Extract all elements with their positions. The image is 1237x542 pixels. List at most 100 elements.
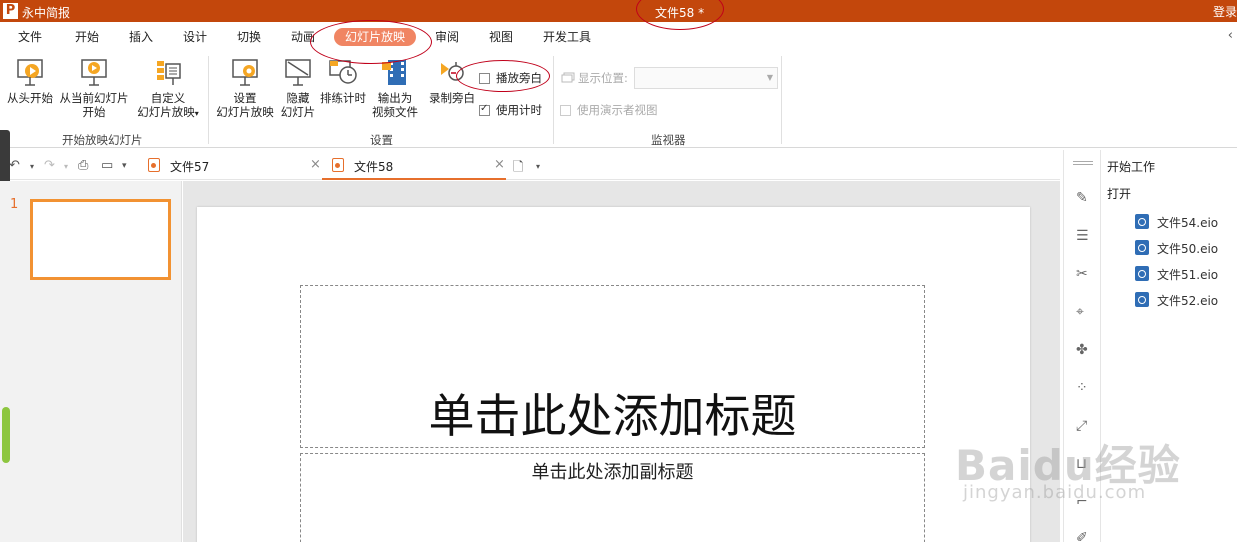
custom-dropdown-icon[interactable]: ▾ bbox=[195, 109, 199, 118]
monitor-icon bbox=[561, 72, 575, 83]
collapse-ribbon-icon[interactable]: ‹ bbox=[1228, 28, 1233, 43]
slide[interactable]: 单击此处添加标题 单击此处添加副标题 bbox=[197, 207, 1030, 542]
slide-number: 1 bbox=[10, 197, 19, 212]
presenter-view-box[interactable] bbox=[560, 105, 571, 116]
new-document-icon[interactable]: 🗋 bbox=[513, 158, 523, 180]
record-label: 录制旁白 bbox=[429, 91, 475, 105]
edit-pencil-icon[interactable]: ✎ bbox=[1076, 190, 1088, 206]
redo-dropdown-icon[interactable]: ▾ bbox=[64, 162, 68, 171]
rehearse-timing-icon bbox=[329, 60, 357, 84]
record-narration-button[interactable]: 录制旁白 bbox=[425, 57, 479, 105]
app-name: 永中简报 bbox=[22, 6, 71, 20]
pane-grip-icon[interactable] bbox=[1073, 161, 1093, 165]
resize-icon[interactable]: ⤢ bbox=[1076, 418, 1087, 434]
tab-slideshow[interactable]: 幻灯片放映 bbox=[334, 28, 417, 46]
slide-canvas: 单击此处添加标题 单击此处添加副标题 bbox=[183, 181, 1060, 542]
custom-label-1: 自定义 bbox=[150, 91, 186, 105]
close-icon[interactable]: × bbox=[310, 157, 321, 172]
document-icon bbox=[332, 158, 344, 172]
rehearse-timing-button[interactable]: 排练计时 bbox=[318, 57, 368, 105]
tab-home[interactable]: 开始 bbox=[75, 29, 99, 47]
group-label-setup: 设置 bbox=[370, 133, 393, 147]
ribbon-separator bbox=[208, 56, 209, 144]
ribbon-separator bbox=[781, 56, 782, 144]
chevron-down-icon: ▼ bbox=[766, 73, 773, 82]
recent-file-name: 文件52.eio bbox=[1157, 294, 1219, 308]
from-start-button[interactable]: 从头开始 bbox=[4, 57, 56, 105]
document-title: 文件58 * bbox=[655, 6, 705, 20]
pin-icon[interactable]: ⌖ bbox=[1076, 304, 1084, 320]
close-icon[interactable]: × bbox=[494, 157, 505, 172]
undo-icon[interactable]: ↶ bbox=[9, 158, 20, 173]
doc-tab-2[interactable]: 文件58 × bbox=[322, 150, 506, 180]
presenter-view-checkbox[interactable]: 使用演示者视图 bbox=[560, 102, 658, 118]
right-icon-rail: ✎ ☰ ✂ ⌖ ✤ ⁘ ⤢ ⊔ ⌐ ✐ bbox=[1063, 150, 1101, 542]
tab-insert[interactable]: 插入 bbox=[129, 29, 153, 47]
rehearse-label: 排练计时 bbox=[320, 91, 366, 105]
bracket-icon[interactable]: ⊔ bbox=[1076, 456, 1087, 472]
title-bar: P 永中简报 文件58 * 登录 bbox=[0, 0, 1237, 22]
custom-slideshow-button[interactable]: 自定义 幻灯片放映▾ bbox=[132, 57, 204, 121]
tab-view[interactable]: 视图 bbox=[489, 29, 513, 47]
save-icon[interactable]: ▭ bbox=[101, 158, 113, 173]
custom-slideshow-icon bbox=[157, 61, 181, 85]
use-timing-checkbox[interactable]: 使用计时 bbox=[479, 102, 542, 118]
setup-slideshow-button[interactable]: 设置 幻灯片放映 bbox=[213, 57, 277, 119]
new-document-dropdown-icon[interactable]: ▾ bbox=[536, 162, 540, 171]
print-preview-icon[interactable]: ⎙ bbox=[78, 158, 88, 173]
recent-file-name: 文件54.eio bbox=[1157, 216, 1219, 230]
tab-animations[interactable]: 动画 bbox=[291, 29, 315, 47]
recent-file-name: 文件50.eio bbox=[1157, 242, 1219, 256]
from-current-button[interactable]: 从当前幻灯片 开始 bbox=[57, 57, 131, 119]
export-video-icon bbox=[382, 60, 406, 85]
from-current-label-1: 从当前幻灯片 bbox=[59, 91, 129, 105]
crop-icon[interactable]: ⌐ bbox=[1076, 494, 1088, 510]
tab-file[interactable]: 文件 bbox=[18, 29, 42, 47]
title-placeholder-text: 单击此处添加标题 bbox=[428, 389, 797, 443]
open-link[interactable]: 打开 bbox=[1107, 185, 1131, 202]
tab-transitions[interactable]: 切换 bbox=[237, 29, 261, 47]
redo-icon[interactable]: ↷ bbox=[44, 158, 55, 173]
record-narration-icon bbox=[441, 62, 464, 81]
shape-icon[interactable]: ✤ bbox=[1076, 342, 1088, 358]
menu-bar: 文件 开始 插入 设计 切换 动画 幻灯片放映 审阅 视图 开发工具 ‹ bbox=[0, 22, 1237, 52]
play-from-current-icon bbox=[81, 59, 107, 86]
left-edge-handle[interactable] bbox=[0, 130, 10, 188]
play-narration-label: 播放旁白 bbox=[496, 71, 542, 85]
play-narration-checkbox[interactable]: 播放旁白 bbox=[479, 70, 542, 86]
tab-design[interactable]: 设计 bbox=[183, 29, 207, 47]
apps-grid-icon[interactable]: ⁘ bbox=[1076, 380, 1088, 396]
use-timing-box[interactable] bbox=[479, 103, 490, 116]
undo-dropdown-icon[interactable]: ▾ bbox=[30, 162, 34, 171]
doc-tab-1[interactable]: 文件57 × bbox=[146, 150, 322, 180]
slide-thumbnail[interactable] bbox=[30, 199, 171, 280]
custom-label-2: 幻灯片放映 bbox=[137, 105, 195, 119]
task-pane-title: 开始工作 bbox=[1107, 160, 1156, 174]
play-narration-box[interactable] bbox=[479, 73, 490, 84]
doc-tab-label: 文件58 bbox=[354, 160, 394, 174]
hide-slide-button[interactable]: 隐藏 幻灯片 bbox=[278, 57, 318, 119]
display-position-label: 显示位置: bbox=[578, 71, 628, 85]
settings-sliders-icon[interactable]: ☰ bbox=[1076, 228, 1089, 244]
export-label-2: 视频文件 bbox=[372, 105, 418, 119]
login-button[interactable]: 登录 bbox=[1213, 3, 1237, 20]
subtitle-placeholder-text: 单击此处添加副标题 bbox=[531, 462, 694, 483]
customize-toolbar-icon[interactable]: ▾ bbox=[122, 161, 127, 171]
recent-file-name: 文件51.eio bbox=[1157, 268, 1219, 282]
subtitle-placeholder[interactable]: 单击此处添加副标题 bbox=[300, 453, 925, 542]
from-current-label-2: 开始 bbox=[82, 105, 106, 119]
tab-review[interactable]: 审阅 bbox=[435, 29, 459, 47]
edit-note-icon[interactable]: ✐ bbox=[1076, 530, 1088, 542]
slide-thumbnail-pane: 1 bbox=[0, 181, 182, 542]
left-side-indicator bbox=[2, 407, 10, 463]
tab-developer[interactable]: 开发工具 bbox=[543, 29, 591, 47]
tools-icon[interactable]: ✂ bbox=[1076, 266, 1088, 282]
hide-label-2: 幻灯片 bbox=[280, 105, 316, 119]
file-icon bbox=[1135, 240, 1149, 255]
title-placeholder[interactable]: 单击此处添加标题 bbox=[300, 285, 925, 448]
display-position-select[interactable]: ▼ bbox=[634, 67, 778, 89]
export-video-button[interactable]: 输出为 视频文件 bbox=[369, 57, 421, 119]
setup-label-1: 设置 bbox=[233, 91, 257, 105]
ribbon-separator bbox=[553, 56, 554, 144]
ribbon: 从头开始 从当前幻灯片 开始 自定义 幻灯片放映▾ 开始放映幻灯片 设置 幻灯片… bbox=[0, 52, 1237, 148]
